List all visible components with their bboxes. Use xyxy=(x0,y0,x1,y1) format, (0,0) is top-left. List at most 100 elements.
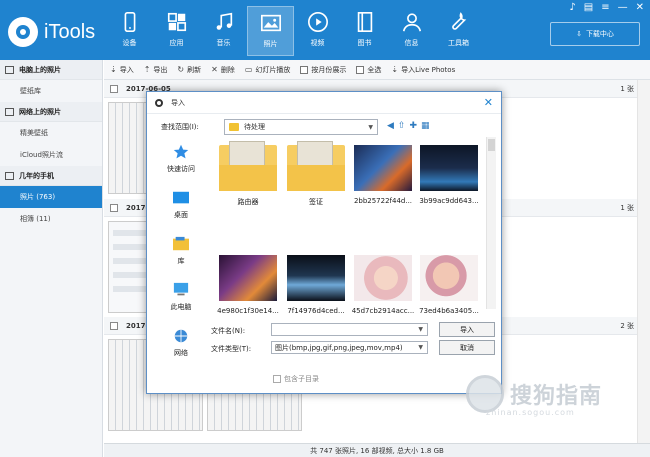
file-item[interactable]: 2bb25722f44d... xyxy=(350,137,416,217)
watermark: 搜狗指南 zhinan.sogou.com xyxy=(466,366,646,422)
file-item[interactable]: 73ed4b6a3405... xyxy=(416,247,482,327)
file-item[interactable]: 路由器 xyxy=(215,137,281,217)
video-icon xyxy=(307,12,328,32)
import-label: 导入 xyxy=(119,65,134,74)
refresh-label: 刷新 xyxy=(187,65,202,74)
delete-label: 删除 xyxy=(220,65,235,74)
file-name: 2bb25722f44d... xyxy=(353,197,413,205)
file-name: 45d7cb2914acc... xyxy=(351,307,415,315)
sidebar-item-wallpaper-library[interactable]: 壁纸库 xyxy=(0,80,102,102)
sidebar-group-label: 几年的手机 xyxy=(19,171,54,180)
up-folder-icon[interactable]: ⇧ xyxy=(398,121,406,131)
apps-icon xyxy=(167,12,186,32)
back-icon[interactable]: ◀ xyxy=(387,121,394,131)
nav-books[interactable]: 图书 xyxy=(341,6,388,56)
import-icon: ⇣ xyxy=(110,65,117,74)
sidebar-group-device[interactable]: 几年的手机 xyxy=(0,166,102,186)
place-label: 快速访问 xyxy=(167,165,195,173)
nav-info[interactable]: 信息 xyxy=(388,6,435,56)
file-name: 4e980c1f30e14... xyxy=(217,307,279,315)
photo-icon xyxy=(260,14,281,32)
header-bar: iTools 设备 应用 音乐 照片 视频 图书 信息 工具箱 ♪ ▤ ≡ — … xyxy=(0,0,650,60)
dialog-app-icon xyxy=(155,98,163,107)
file-item[interactable]: 4e980c1f30e14... xyxy=(215,247,281,327)
select-all-checkbox[interactable]: 全选 xyxy=(356,65,381,75)
checkbox-icon xyxy=(273,375,281,383)
skin-icon[interactable]: ▤ xyxy=(584,2,593,13)
checkbox-icon xyxy=(356,65,365,74)
place-network[interactable]: 网络 xyxy=(157,324,205,362)
select-all-label: 全选 xyxy=(367,65,382,74)
desktop-icon xyxy=(173,191,189,204)
image-thumbnail xyxy=(354,145,412,191)
place-this-pc[interactable]: 此电脑 xyxy=(157,278,205,316)
sidebar-group-computer[interactable]: 电脑上的照片 xyxy=(0,60,102,80)
group-checkbox[interactable] xyxy=(110,321,118,330)
place-desktop[interactable]: 桌面 xyxy=(157,186,205,224)
cancel-button[interactable]: 取消 xyxy=(439,340,495,355)
refresh-button[interactable]: ↻ 刷新 xyxy=(177,65,201,75)
delete-button[interactable]: ✕ 删除 xyxy=(211,65,235,75)
sidebar-item-albums[interactable]: 相簿 (11) xyxy=(0,208,102,230)
file-item[interactable]: 3b99ac9dd643... xyxy=(416,137,482,217)
import-live-button[interactable]: ⇣ 导入Live Photos xyxy=(391,65,455,75)
network-icon xyxy=(174,329,188,343)
library-icon xyxy=(173,236,189,251)
nav-toolbox[interactable]: 工具箱 xyxy=(435,6,482,56)
file-item[interactable]: 签证 xyxy=(283,137,349,217)
nav-apps[interactable]: 应用 xyxy=(153,6,200,56)
file-item[interactable]: 7f14976d4ced... xyxy=(283,247,349,327)
file-item[interactable]: 45d7cb2914acc... xyxy=(350,247,416,327)
group-checkbox[interactable] xyxy=(110,84,118,93)
sidebar: 电脑上的照片 壁纸库 网络上的照片 精美壁纸 iCloud照片流 几年的手机 照… xyxy=(0,60,103,457)
filetype-select[interactable]: 图片(bmp,jpg,gif,png,jpeg,mov,mp4) ▼ xyxy=(271,341,428,354)
file-list-scrollbar[interactable] xyxy=(486,137,496,309)
chevron-down-icon: ▼ xyxy=(418,344,423,351)
sidebar-item-wallpapers[interactable]: 精美壁纸 xyxy=(0,122,102,144)
group-checkbox[interactable] xyxy=(110,203,118,212)
nav-photos[interactable]: 照片 xyxy=(247,6,294,56)
place-label: 网络 xyxy=(174,349,188,357)
main-nav: 设备 应用 音乐 照片 视频 图书 信息 工具箱 xyxy=(106,6,482,60)
export-button[interactable]: ⇡ 导出 xyxy=(144,65,168,75)
filename-input[interactable]: ▼ xyxy=(271,323,428,336)
image-thumbnail xyxy=(219,255,277,301)
minimize-icon[interactable]: — xyxy=(618,2,628,13)
status-text: 共 747 张照片, 16 部视频, 总大小 1.8 GB xyxy=(310,446,444,455)
dialog-close-icon[interactable]: ✕ xyxy=(484,96,493,109)
place-library[interactable]: 库 xyxy=(157,232,205,270)
download-center-button[interactable]: ⇩ 下载中心 xyxy=(550,22,640,46)
sidebar-item-icloud[interactable]: iCloud照片流 xyxy=(0,144,102,166)
close-icon[interactable]: ✕ xyxy=(636,2,644,13)
include-subdirs-checkbox[interactable]: 包含子目录 xyxy=(273,374,319,384)
import-button[interactable]: ⇣ 导入 xyxy=(110,65,134,75)
new-folder-icon[interactable]: ✚ xyxy=(409,121,417,131)
star-icon xyxy=(173,144,189,159)
place-quick-access[interactable]: 快速访问 xyxy=(157,140,205,178)
refresh-icon: ↻ xyxy=(177,65,185,74)
nav-music[interactable]: 音乐 xyxy=(200,6,247,56)
import-live-label: 导入Live Photos xyxy=(401,65,456,74)
import-ok-button[interactable]: 导入 xyxy=(439,322,495,337)
file-name: 路由器 xyxy=(237,198,259,206)
slideshow-label: 幻灯片播放 xyxy=(255,65,291,74)
by-month-checkbox[interactable]: 按月份展示 xyxy=(300,65,346,75)
itools-logo-icon xyxy=(8,17,38,47)
file-name: 7f14976d4ced... xyxy=(287,307,345,315)
group-count: 1 张 xyxy=(620,203,634,212)
sidebar-group-online[interactable]: 网络上的照片 xyxy=(0,102,102,122)
chevron-down-icon: ▼ xyxy=(368,123,373,131)
sidebar-item-photos[interactable]: 照片 (763) xyxy=(0,186,102,208)
view-menu-icon[interactable]: ▦ xyxy=(421,121,430,131)
music-note-icon[interactable]: ♪ xyxy=(569,2,575,13)
file-list: 路由器 签证 2bb25722f44d... 3b99ac9dd643... 4… xyxy=(215,137,485,315)
menu-icon[interactable]: ≡ xyxy=(601,2,609,13)
slideshow-button[interactable]: ▭ 幻灯片播放 xyxy=(245,65,291,75)
dialog-titlebar: 导入 ✕ xyxy=(147,92,501,114)
sidebar-item-label: 相簿 (11) xyxy=(20,215,51,223)
nav-video[interactable]: 视频 xyxy=(294,6,341,56)
app-logo: iTools xyxy=(8,14,108,50)
lookin-select[interactable]: 待处理 ▼ xyxy=(224,119,378,135)
nav-device[interactable]: 设备 xyxy=(106,6,153,56)
nav-photos-label: 照片 xyxy=(263,40,278,48)
